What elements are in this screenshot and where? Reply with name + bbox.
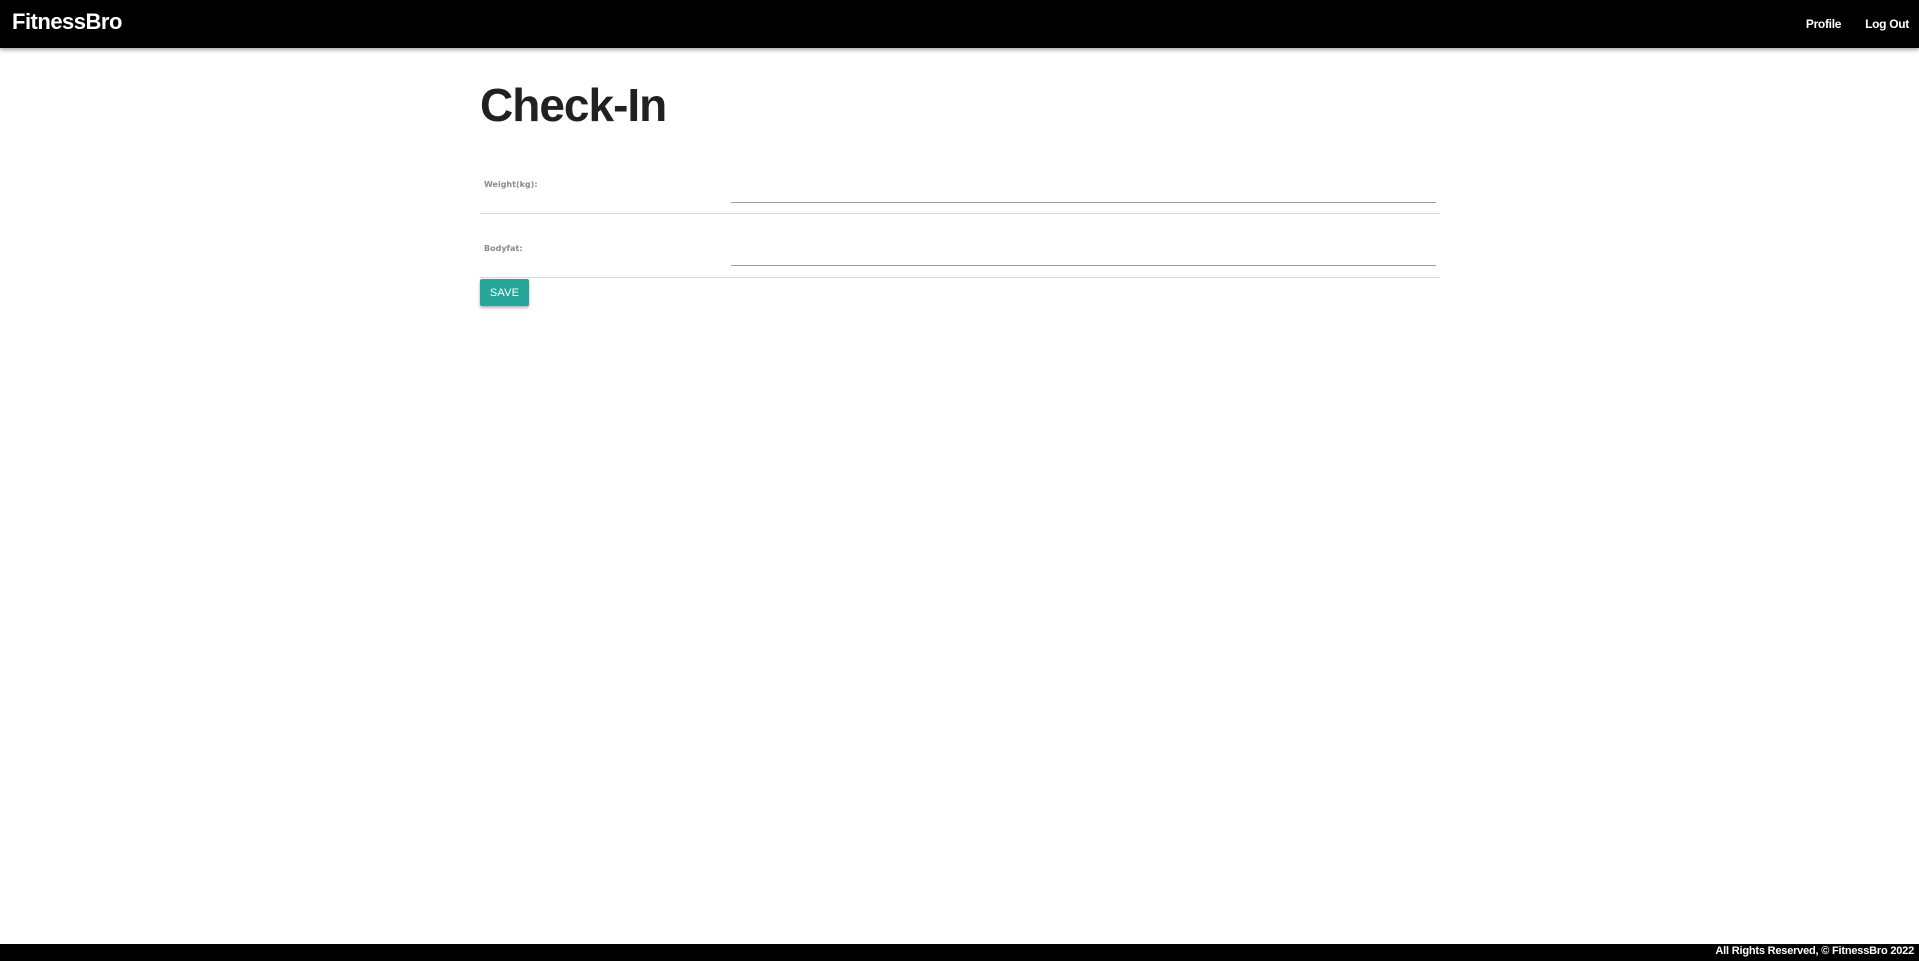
- page-title: Check-In: [480, 79, 667, 131]
- weight-label: Weight(kg):: [484, 180, 538, 189]
- nav-link-log-out[interactable]: Log Out: [1853, 17, 1919, 31]
- nav-link-profile[interactable]: Profile: [1794, 17, 1853, 31]
- top-navbar: FitnessBro Profile Log Out: [0, 0, 1919, 48]
- footer-copyright: All Rights Reserved, © FitnessBro 2022: [1715, 945, 1914, 957]
- save-button[interactable]: SAVE: [480, 279, 529, 306]
- bodyfat-label: Bodyfat:: [484, 244, 523, 253]
- footer: All Rights Reserved, © FitnessBro 2022: [0, 944, 1919, 961]
- nav-links: Profile Log Out: [1794, 0, 1919, 48]
- weight-input[interactable]: [731, 182, 1436, 203]
- bodyfat-row: Bodyfat:: [480, 214, 1440, 278]
- bodyfat-input[interactable]: [731, 245, 1436, 266]
- weight-row: Weight(kg):: [480, 166, 1440, 214]
- brand-logo-link[interactable]: FitnessBro: [12, 9, 122, 35]
